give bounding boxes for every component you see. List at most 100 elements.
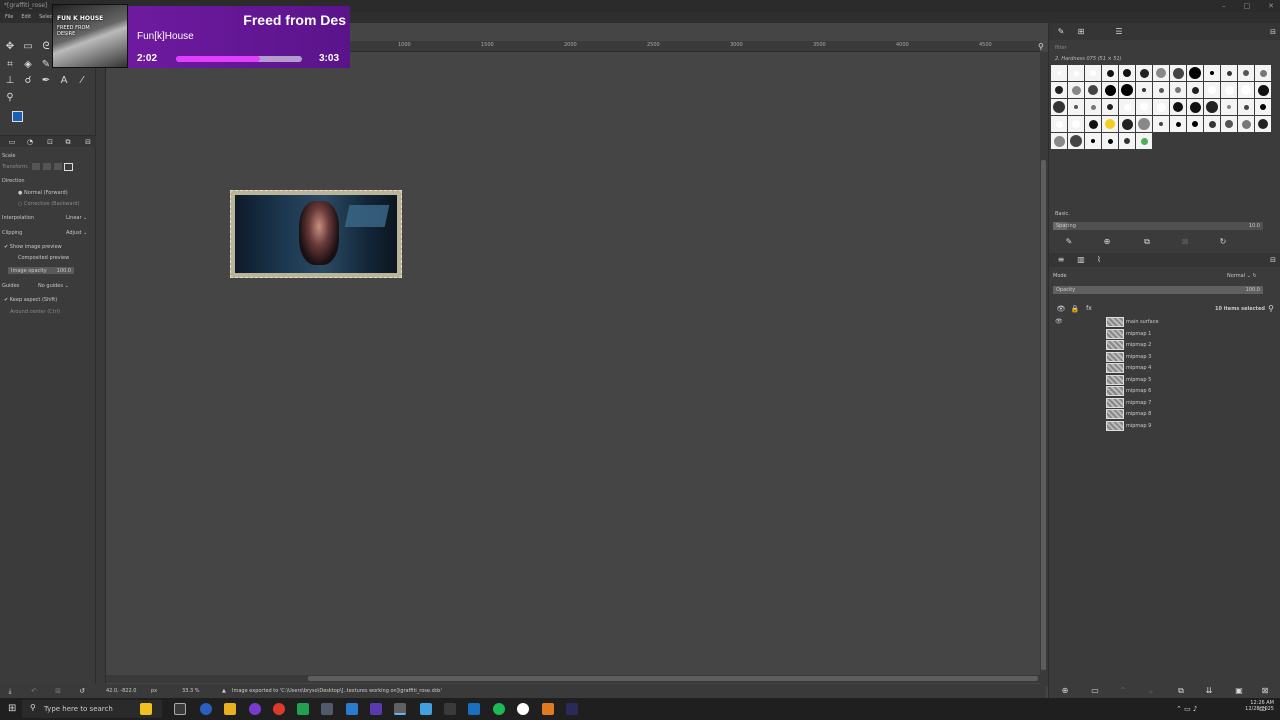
layer-opacity-slider[interactable]: Opacity 100.0 [1053,286,1263,294]
vscode-icon[interactable] [346,703,358,715]
image-opacity-slider[interactable]: Image opacity 100.0 [8,267,74,274]
brush-swatch[interactable] [1085,99,1101,115]
sheets-icon[interactable] [297,703,309,715]
brush-swatch[interactable] [1204,116,1220,132]
chrome-profile-icon[interactable] [200,703,212,715]
layer-row[interactable]: mipmap 2 [1049,340,1279,351]
patterns-tab-icon[interactable]: ⊞ [1075,26,1087,38]
brush-swatch[interactable] [1051,116,1067,132]
brush-swatch[interactable] [1119,99,1135,115]
brush-swatch[interactable] [1187,65,1203,81]
brush-swatch[interactable] [1068,133,1084,149]
transform-image-icon[interactable] [64,163,73,171]
tool-options-tab-icon[interactable]: ▭ [6,136,18,148]
duplicate-brush-icon[interactable]: ⧉ [1141,236,1153,248]
brush-swatch[interactable] [1068,65,1084,81]
chrome-icon[interactable] [273,703,285,715]
gimp-icon[interactable] [394,703,406,715]
brush-swatch[interactable] [1170,116,1186,132]
layer-search-icon[interactable]: ⚲ [1265,303,1277,315]
direction-normal-radio[interactable]: ● Normal (Forward) [18,190,68,196]
app-icon[interactable] [468,703,480,715]
configure-tab-icon[interactable]: ⊟ [82,136,94,148]
layer-row[interactable]: mipmap 5 [1049,374,1279,386]
brush-preset-select[interactable]: Basic. [1055,211,1070,217]
interpolation-select[interactable]: Linear ⌄ [66,215,87,221]
move-tool-icon[interactable]: ✥ [4,41,16,53]
paths-tab-icon[interactable]: ⌇ [1093,254,1105,266]
layers-tab-icon[interactable]: ≡ [1055,254,1067,266]
app-icon[interactable] [566,703,578,715]
system-tray-icons[interactable]: ⌃ ▭ ♪ [1176,705,1197,713]
new-layer-icon[interactable]: ⊕ [1059,685,1071,697]
layer-row[interactable]: mipmap 3 [1049,351,1279,363]
layer-row[interactable]: mipmap 8 [1049,409,1279,420]
save-options-icon[interactable]: ⤓ [4,685,16,697]
dock-menu-icon[interactable]: ⊟ [1267,26,1279,38]
brush-swatch[interactable] [1170,82,1186,98]
layers-menu-icon[interactable]: ⊟ [1267,254,1279,266]
color-picker-icon[interactable]: ⁄ [76,75,88,87]
brush-swatch[interactable] [1238,82,1254,98]
brush-swatch[interactable] [1204,82,1220,98]
spacing-slider[interactable]: Spacing 10.0 [1053,222,1263,230]
new-brush-icon[interactable]: ⊕ [1101,236,1113,248]
windows-start-icon[interactable]: ⊞ [8,703,16,714]
brush-swatch[interactable] [1102,82,1118,98]
brush-swatch[interactable] [1153,65,1169,81]
task-view-icon[interactable] [174,703,186,715]
brush-swatch[interactable] [1068,82,1084,98]
text-tool-icon[interactable]: A [58,75,70,87]
brush-swatch[interactable] [1085,133,1101,149]
brush-swatch[interactable] [1085,82,1101,98]
around-center-checkbox[interactable]: Around center (Ctrl) [10,309,60,315]
layer-row[interactable]: mipmap 6 [1049,386,1279,397]
mode-select[interactable]: Normal ⌄ ↻ [1227,273,1257,279]
notifications-icon[interactable]: ▭ [1259,704,1267,713]
layer-row[interactable]: mipmap 7 [1049,397,1279,409]
brush-swatch[interactable] [1221,65,1237,81]
brush-swatch[interactable] [1255,65,1271,81]
menu-edit[interactable]: Edit [21,12,31,23]
obs-icon[interactable] [249,703,261,715]
brush-swatch[interactable] [1119,133,1135,149]
fonts-tab-icon[interactable]: ☰ [1113,26,1125,38]
layer-row[interactable]: mipmap 4 [1049,363,1279,374]
smudge-icon[interactable]: ☌ [22,75,34,87]
new-group-icon[interactable]: ▭ [1089,685,1101,697]
unit-select[interactable]: px [151,684,157,698]
brush-swatch[interactable] [1119,82,1135,98]
zoom-icon[interactable]: ⚲ [4,92,16,104]
app-icon[interactable] [420,703,432,715]
zoom-navigate-icon[interactable]: ⚲ [1038,42,1044,51]
transform-layer-icon[interactable] [32,163,40,170]
raise-layer-icon[interactable]: ⌃ [1117,685,1129,697]
brush-swatch[interactable] [1221,116,1237,132]
visibility-eye-icon[interactable]: 👁 [1055,318,1063,325]
transform-selection-icon[interactable] [43,163,51,170]
close-button[interactable]: ✕ [1268,0,1274,12]
menu-file[interactable]: File [5,12,13,23]
brush-swatch[interactable] [1255,99,1271,115]
brush-filter-input[interactable]: filter [1055,45,1067,51]
spotify-icon[interactable] [493,703,505,715]
zoom-select[interactable]: 33.3 % [182,684,199,698]
clipping-select[interactable]: Adjust ⌄ [66,230,87,236]
brush-swatch[interactable] [1238,99,1254,115]
canvas-area[interactable] [106,52,1040,675]
reset-options-icon[interactable]: ↺ [76,685,88,697]
transform-path-icon[interactable] [54,163,62,170]
brush-swatch[interactable] [1238,65,1254,81]
bucket-fill-icon[interactable]: ◈ [22,59,34,71]
composited-preview-checkbox[interactable]: Composited preview [18,255,69,261]
duplicate-layer-icon[interactable]: ⧉ [1175,685,1187,697]
guides-select[interactable]: No guides ⌄ [38,283,69,289]
brush-swatch[interactable] [1085,65,1101,81]
brush-swatch[interactable] [1068,116,1084,132]
edit-brush-icon[interactable]: ✎ [1063,236,1075,248]
lock-header-icon[interactable]: 🔒 [1069,303,1081,315]
maximize-button[interactable]: □ [1244,0,1251,12]
brush-swatch[interactable] [1102,116,1118,132]
app-icon[interactable] [321,703,333,715]
channels-tab-icon[interactable]: ▥ [1075,254,1087,266]
